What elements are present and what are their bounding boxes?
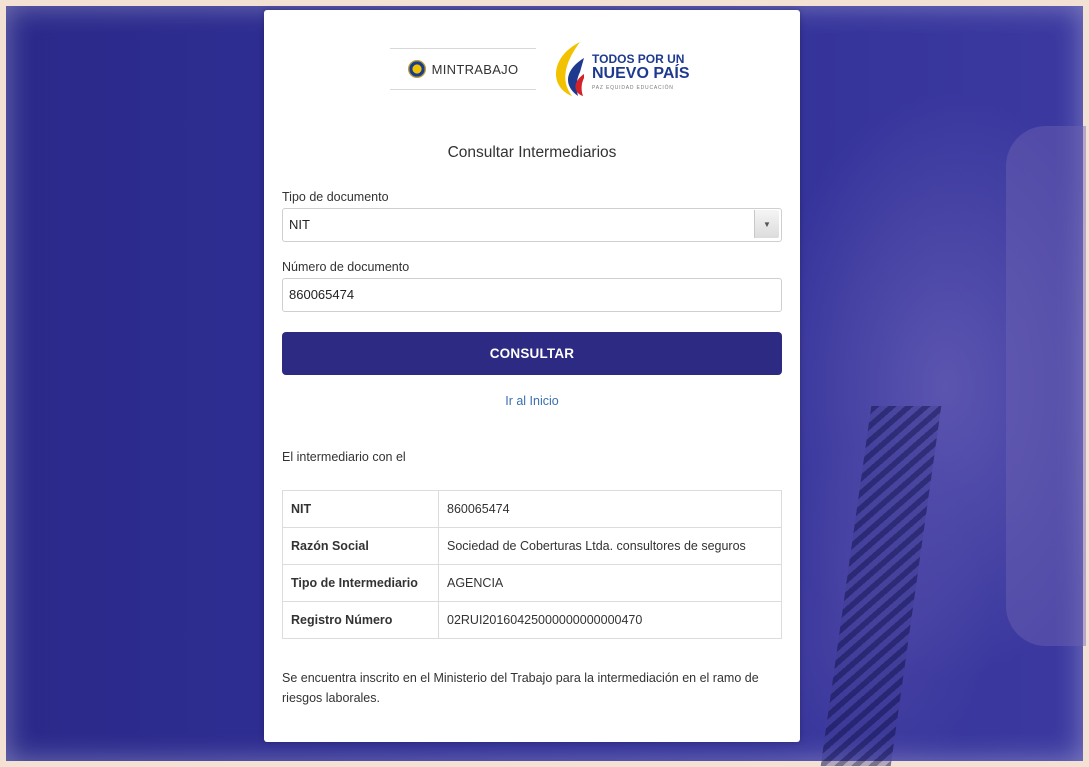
chevron-down-icon[interactable]: ▼ [754, 210, 779, 238]
doc-type-value: NIT [289, 217, 310, 232]
logo-bar: MINTRABAJO TODOS POR UN NUEVO PAÍS PAZ E… [264, 38, 800, 110]
login-card: MINTRABAJO TODOS POR UN NUEVO PAÍS PAZ E… [264, 10, 800, 742]
campaign-logo: TODOS POR UN NUEVO PAÍS PAZ EQUIDAD EDUC… [550, 38, 690, 100]
result-intro: El intermediario con el [282, 450, 406, 464]
mintrabajo-logo: MINTRABAJO [390, 48, 536, 90]
table-row: Registro Número 02RUI2016042500000000000… [282, 601, 782, 639]
campaign-line1: TODOS POR UN [592, 52, 685, 66]
page-title: Consultar Intermediarios [447, 144, 617, 161]
background-hand [1006, 126, 1086, 646]
result-table: NIT 860065474 Razón Social Sociedad de C… [282, 490, 782, 639]
ministry-name: MINTRABAJO [431, 61, 519, 77]
home-link[interactable]: Ir al Inicio [264, 394, 800, 408]
row-key: Registro Número [282, 601, 439, 639]
campaign-mark-icon [556, 42, 584, 96]
doc-number-input[interactable]: 860065474 [282, 278, 782, 312]
seal-icon [407, 60, 426, 78]
background-tie [820, 406, 942, 766]
campaign-line3: PAZ EQUIDAD EDUCACIÓN [592, 85, 674, 91]
row-value: 860065474 [438, 490, 782, 528]
table-row: Razón Social Sociedad de Coberturas Ltda… [282, 527, 782, 565]
row-value: 02RUI20160425000000000000470 [438, 601, 782, 639]
row-key: Tipo de Intermediario [282, 564, 439, 602]
doc-type-select[interactable]: NIT ▼ [282, 208, 782, 242]
doc-number-value: 860065474 [289, 287, 355, 302]
row-key: Razón Social [282, 527, 439, 565]
table-row: NIT 860065474 [282, 490, 782, 528]
row-value: AGENCIA [438, 564, 782, 602]
doc-type-label: Tipo de documento [282, 190, 389, 204]
doc-number-label: Número de documento [282, 260, 410, 274]
row-key: NIT [282, 490, 439, 528]
campaign-line2: NUEVO PAÍS [592, 65, 690, 82]
registration-note: Se encuentra inscrito en el Ministerio d… [282, 671, 759, 705]
row-value: Sociedad de Coberturas Ltda. consultores… [438, 527, 782, 565]
consultar-button[interactable]: CONSULTAR [282, 332, 782, 375]
table-row: Tipo de Intermediario AGENCIA [282, 564, 782, 602]
page: MINTRABAJO TODOS POR UN NUEVO PAÍS PAZ E… [0, 0, 1089, 767]
